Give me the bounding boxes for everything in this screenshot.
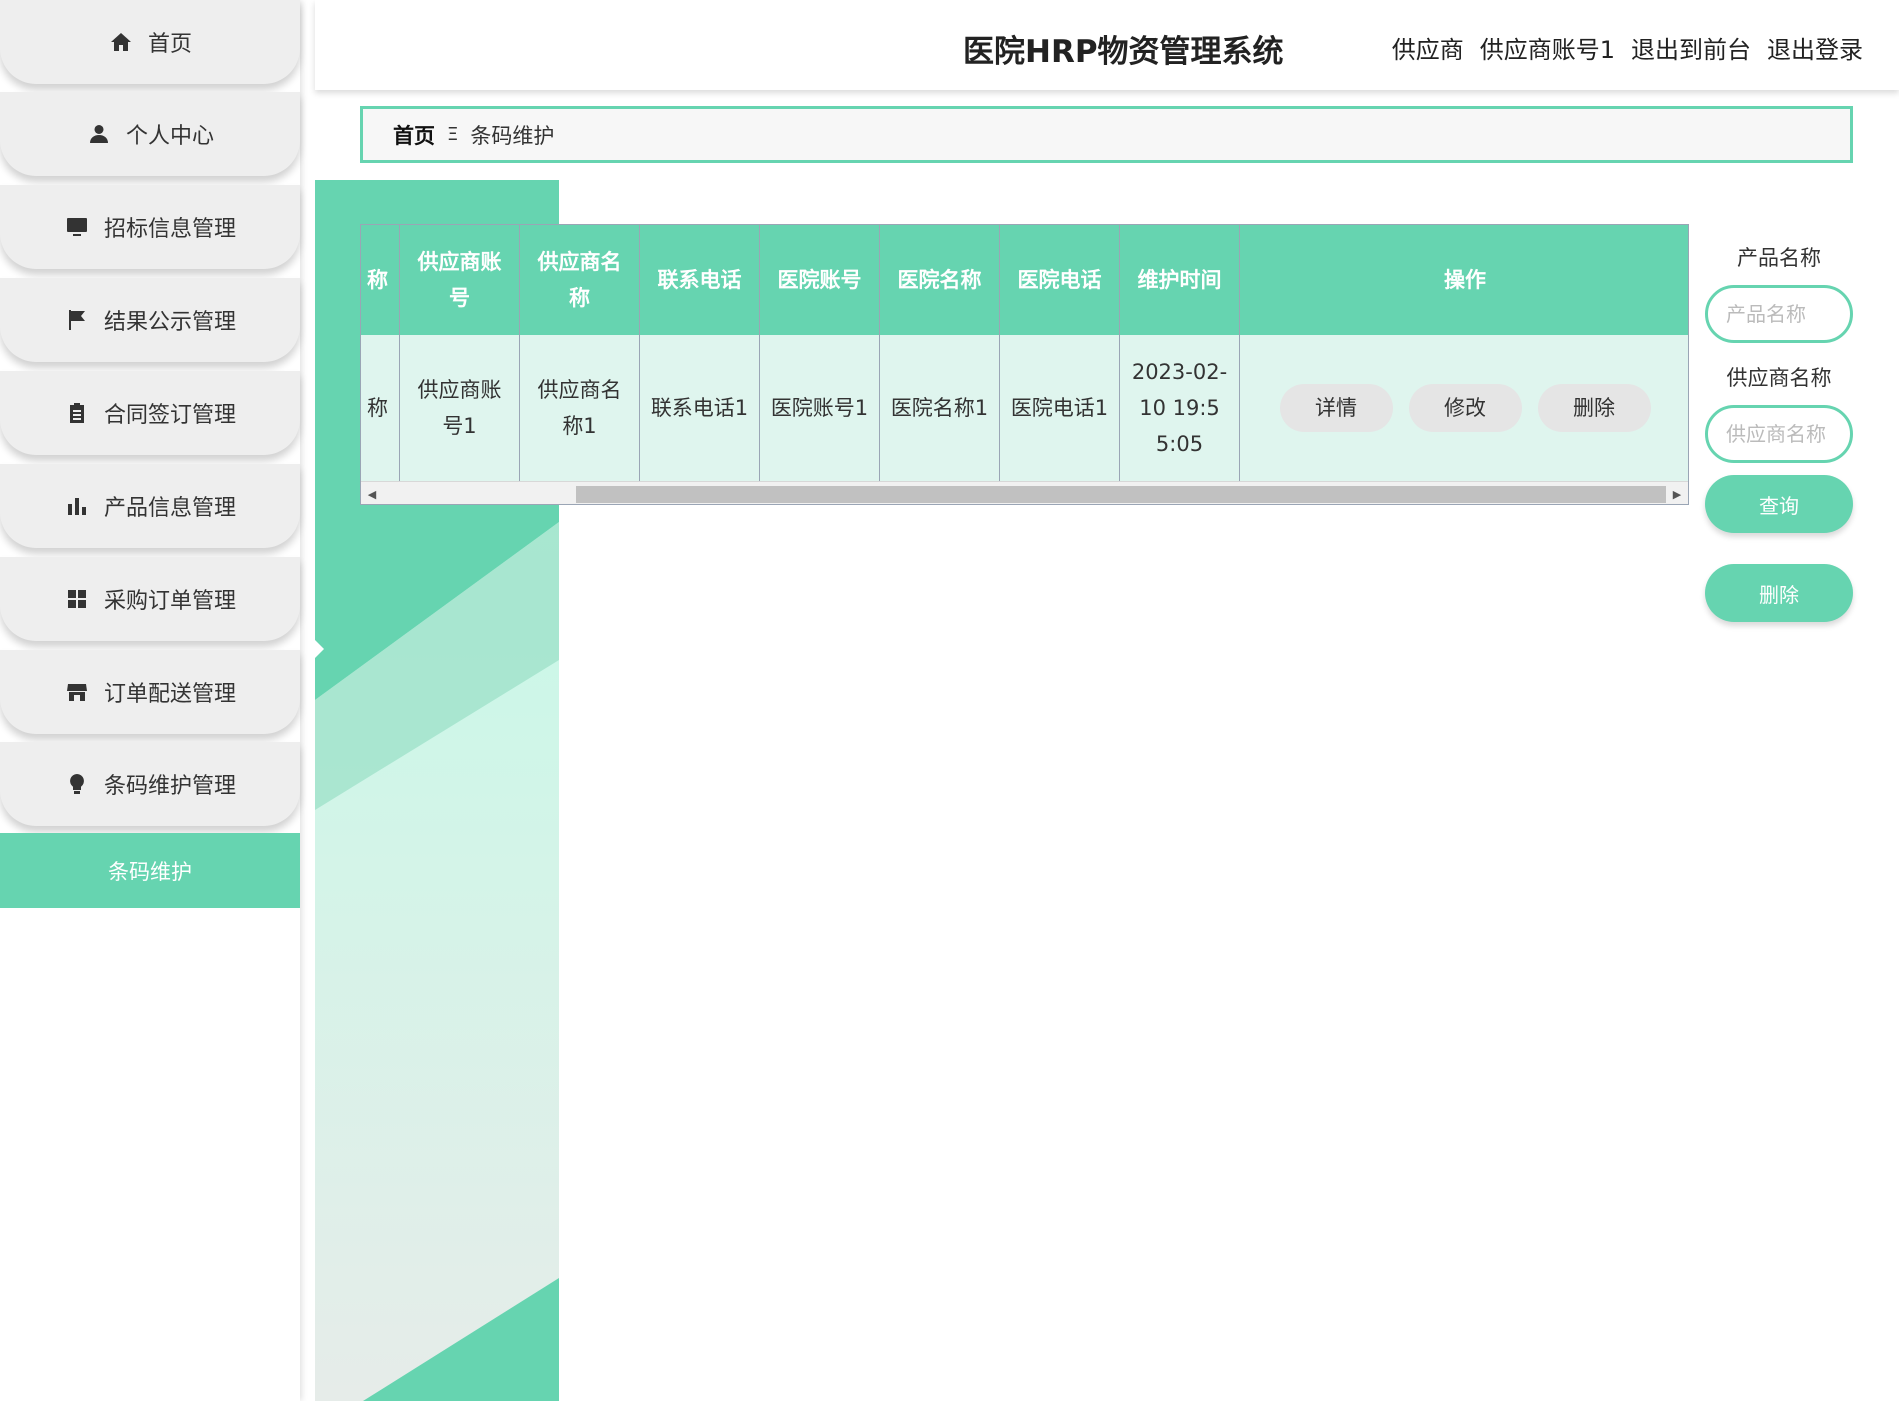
sidebar-subitem-barcode[interactable]: 条码维护 <box>0 833 300 908</box>
sidebar-item-order-delivery[interactable]: 订单配送管理 <box>0 650 300 734</box>
sidebar-item-label: 采购订单管理 <box>103 589 236 614</box>
cell-supplier-name: 供应商名称1 <box>519 335 639 481</box>
bulb-icon <box>64 771 90 797</box>
scrollbar-thumb[interactable] <box>576 486 1666 503</box>
breadcrumb: 首页 Ξ 条码维护 <box>360 106 1853 163</box>
scroll-right-arrow-icon[interactable]: ▶ <box>1666 482 1688 504</box>
header-cell-hospital-name: 医院名称 <box>879 225 999 335</box>
user-area: 供应商 供应商账号1 退出到前台 退出登录 <box>1392 30 1863 65</box>
user-role: 供应商 <box>1391 36 1464 64</box>
product-name-label: 产品名称 <box>1737 246 1821 270</box>
header-cell-supplier-account: 供应商账号 <box>399 225 519 335</box>
cell-contact-phone: 联系电话1 <box>639 335 759 481</box>
clipboard-icon <box>64 400 90 426</box>
sidebar-item-label: 结果公示管理 <box>103 310 236 335</box>
app-title: 医院HRP物资管理系统 <box>963 34 1284 70</box>
sidebar: 首页 个人中心 招标信息管理 结果公示管理 合同签订管理 产品信息管理 采购订单… <box>0 0 300 1401</box>
cell-actions: 详情 修改 删除 <box>1239 335 1688 481</box>
sidebar-item-label: 首页 <box>147 32 192 57</box>
logout-link[interactable]: 退出登录 <box>1767 30 1863 65</box>
batch-delete-button[interactable]: 删除 <box>1705 564 1853 622</box>
header-cell-supplier-name: 供应商名称 <box>519 225 639 335</box>
product-name-input[interactable] <box>1705 285 1853 343</box>
table-row: 称 供应商账号1 供应商名称1 联系电话1 医院账号1 医院名称1 医院电话1 … <box>361 335 1688 481</box>
breadcrumb-home[interactable]: 首页 <box>393 120 435 150</box>
sidebar-item-label: 条码维护管理 <box>103 774 236 799</box>
table-header-row: 称 供应商账号 供应商名称 联系电话 医院账号 医院名称 医院电话 维护时间 操… <box>361 225 1688 335</box>
barcode-table: 称 供应商账号 供应商名称 联系电话 医院账号 医院名称 医院电话 维护时间 操… <box>360 224 1689 505</box>
sidebar-item-purchase-order[interactable]: 采购订单管理 <box>0 557 300 641</box>
sidebar-item-label: 产品信息管理 <box>103 496 236 521</box>
home-icon <box>108 29 134 55</box>
monitor-icon <box>64 214 90 240</box>
cell-hospital-account: 医院账号1 <box>759 335 879 481</box>
cell-supplier-account: 供应商账号1 <box>399 335 519 481</box>
sidebar-item-bidding-info[interactable]: 招标信息管理 <box>0 185 300 269</box>
header-cell-contact-phone: 联系电话 <box>639 225 759 335</box>
breadcrumb-current: 条码维护 <box>470 123 555 148</box>
cell-hospital-name: 医院名称1 <box>879 335 999 481</box>
sidebar-item-label: 订单配送管理 <box>103 682 236 707</box>
delete-row-button[interactable]: 删除 <box>1537 384 1651 432</box>
sidebar-item-label: 合同签订管理 <box>103 403 236 428</box>
supplier-name-input[interactable] <box>1705 405 1853 463</box>
sidebar-item-product-info[interactable]: 产品信息管理 <box>0 464 300 548</box>
store-icon <box>64 679 90 705</box>
header-cell-maintenance-time: 维护时间 <box>1119 225 1239 335</box>
sidebar-item-contract-signing[interactable]: 合同签订管理 <box>0 371 300 455</box>
scroll-left-arrow-icon[interactable]: ◀ <box>361 482 383 504</box>
user-icon <box>86 121 112 147</box>
sidebar-item-barcode-maintenance[interactable]: 条码维护管理 <box>0 742 300 826</box>
header-cell-name-partial: 称 <box>367 268 388 292</box>
header-cell-actions: 操作 <box>1239 225 1688 335</box>
bar-chart-icon <box>64 493 90 519</box>
sidebar-item-result-publicity[interactable]: 结果公示管理 <box>0 278 300 362</box>
sidebar-item-personal-center[interactable]: 个人中心 <box>0 92 300 176</box>
cell-name-partial: 称 <box>367 396 388 420</box>
cell-hospital-phone: 医院电话1 <box>999 335 1119 481</box>
cell-maintenance-time: 2023-02-10 19:55:05 <box>1119 335 1239 481</box>
sidebar-item-label: 个人中心 <box>125 124 214 149</box>
supplier-name-label: 供应商名称 <box>1726 366 1832 390</box>
sidebar-item-home[interactable]: 首页 <box>0 0 300 84</box>
back-to-front-link[interactable]: 退出到前台 <box>1631 30 1751 65</box>
detail-button[interactable]: 详情 <box>1279 384 1393 432</box>
header-cell-hospital-account: 医院账号 <box>759 225 879 335</box>
header-cell-hospital-phone: 医院电话 <box>999 225 1119 335</box>
breadcrumb-separator-icon: Ξ <box>447 124 459 145</box>
top-header: 医院HRP物资管理系统 供应商 供应商账号1 退出到前台 退出登录 <box>315 0 1899 90</box>
user-account: 供应商账号1 <box>1479 36 1615 64</box>
horizontal-scrollbar[interactable]: ◀ ▶ <box>361 481 1688 504</box>
edit-button[interactable]: 修改 <box>1408 384 1522 432</box>
grid-icon <box>64 586 90 612</box>
query-button[interactable]: 查询 <box>1705 475 1853 533</box>
sidebar-item-label: 招标信息管理 <box>103 217 236 242</box>
flag-icon <box>64 307 90 333</box>
